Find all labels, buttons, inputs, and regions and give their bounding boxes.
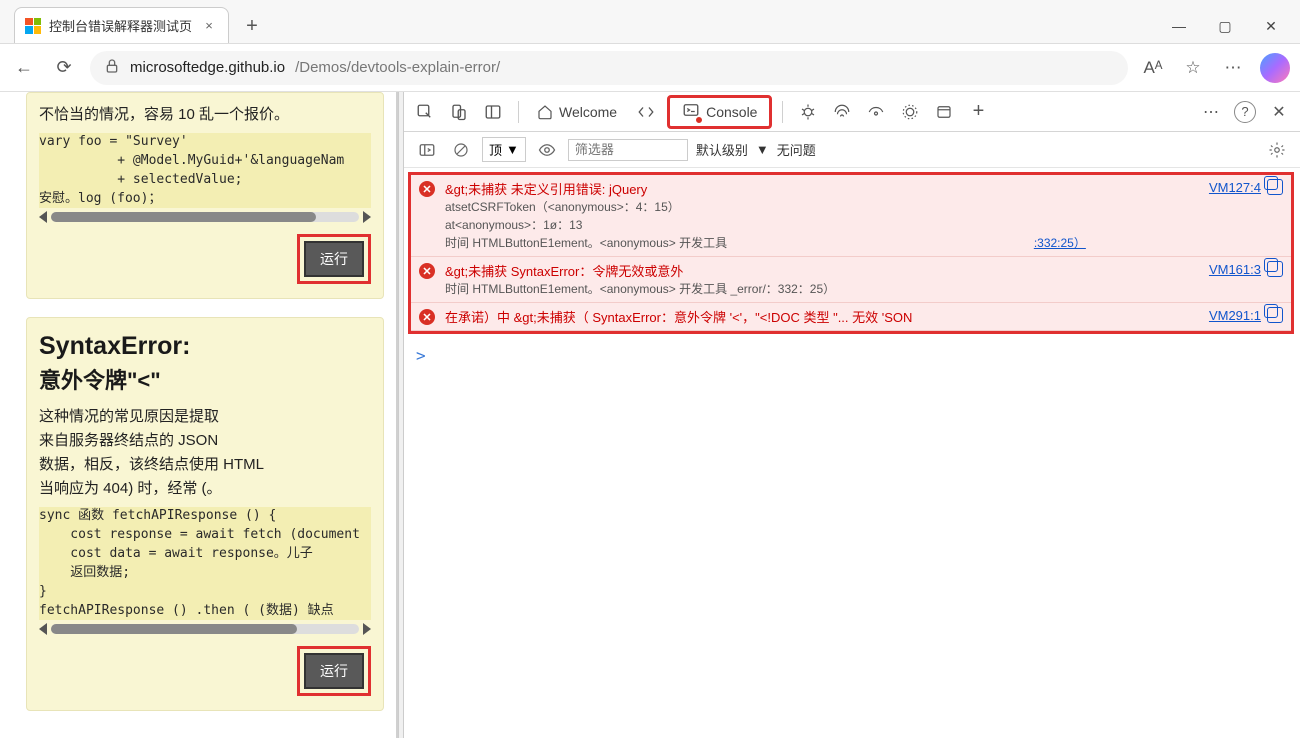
example-card-1: 不恰当的情况，容易 10 乱一个报价。 vary foo = "Survey' … — [26, 92, 384, 299]
error-source-link[interactable]: VM161:3 — [1209, 262, 1261, 277]
chevron-down-icon: ▼ — [756, 142, 769, 157]
copy-icon[interactable] — [1267, 179, 1283, 195]
page-content: 不恰当的情况，容易 10 乱一个报价。 vary foo = "Survey' … — [0, 92, 398, 738]
url-domain: microsoftedge.github.io — [130, 59, 285, 76]
tab-close-button[interactable]: × — [200, 17, 218, 35]
window-controls: — ▢ ✕ — [1166, 13, 1292, 43]
card1-code: vary foo = "Survey' + @Model.MyGuid+'&la… — [39, 133, 371, 208]
filter-input[interactable] — [568, 139, 688, 161]
card2-subheading: 意外令牌"<" — [39, 363, 371, 395]
minimize-button[interactable]: — — [1166, 13, 1192, 39]
run-button-highlight-1: 运行 — [297, 234, 371, 284]
error-icon: ✕ — [419, 263, 435, 279]
error-icon: ✕ — [419, 181, 435, 197]
network-icon[interactable] — [827, 98, 857, 126]
card2-paragraph: 这种情况的常见原因是提取 来自服务器终结点的 JSON 数据，相反，该终结点使用… — [39, 405, 371, 501]
addressbar-right-icons: Aᴬ ☆ ⋯ — [1140, 53, 1290, 83]
card2-heading: SyntaxError: — [39, 332, 371, 361]
maximize-button[interactable]: ▢ — [1212, 13, 1238, 39]
add-tab-button[interactable]: + — [963, 98, 993, 126]
favicon-microsoft-icon — [25, 18, 41, 34]
address-bar: ← ⟳ microsoftedge.github.io/Demos/devtoo… — [0, 44, 1300, 92]
chevron-down-icon: ▼ — [506, 142, 519, 157]
title-bar: 控制台错误解释器测试页 × + — ▢ ✕ — [0, 0, 1300, 44]
console-body: ✕ &gt;未捕获 未定义引用错误: jQuery VM127:4 atsetC… — [408, 172, 1294, 334]
stack-line: 时间 HTMLButtonE1ement。<anonymous> 开发工具 :3… — [445, 234, 1283, 252]
elements-tab[interactable] — [629, 99, 663, 125]
copy-icon[interactable] — [1267, 261, 1283, 277]
url-box[interactable]: microsoftedge.github.io/Demos/devtools-e… — [90, 51, 1128, 85]
welcome-tab-label: Welcome — [559, 104, 617, 120]
error-message: &gt;未捕获 SyntaxError：令牌无效或意外 — [445, 261, 1199, 280]
lock-icon — [104, 58, 120, 78]
run-button-highlight-2: 运行 — [297, 646, 371, 696]
console-icon — [682, 101, 700, 122]
example-card-2: SyntaxError: 意外令牌"<" 这种情况的常见原因是提取 来自服务器终… — [26, 317, 384, 711]
application-icon[interactable] — [929, 98, 959, 126]
console-error-row[interactable]: ✕ 在承诺）中 &gt;未捕获（ SyntaxError：意外令牌 '<'，"<… — [411, 303, 1291, 331]
copy-icon[interactable] — [1267, 307, 1283, 323]
console-error-row[interactable]: ✕ &gt;未捕获 SyntaxError：令牌无效或意外 VM161:3 时间… — [411, 257, 1291, 303]
console-tab[interactable]: Console — [667, 95, 772, 129]
welcome-tab[interactable]: Welcome — [529, 100, 625, 124]
card2-code: sync 函数 fetchAPIResponse () { cost respo… — [39, 507, 371, 620]
console-prompt[interactable]: > — [404, 340, 1300, 371]
run-button-1[interactable]: 运行 — [304, 241, 364, 277]
devtools-tab-strip: Welcome Console + ⋯ ? ✕ — [404, 92, 1300, 132]
more-button[interactable]: ⋯ — [1220, 55, 1246, 81]
performance-icon[interactable] — [861, 98, 891, 126]
refresh-button[interactable]: ⟳ — [50, 54, 78, 82]
card2-scrollbar[interactable] — [39, 622, 371, 636]
run-button-2[interactable]: 运行 — [304, 653, 364, 689]
error-message: &gt;未捕获 未定义引用错误: jQuery — [445, 179, 1199, 198]
read-aloud-button[interactable]: Aᴬ — [1140, 55, 1166, 81]
memory-icon[interactable] — [895, 98, 925, 126]
devtools-pane: Welcome Console + ⋯ ? ✕ — [404, 92, 1300, 738]
error-source-link[interactable]: VM291:1 — [1209, 308, 1261, 323]
error-source-link[interactable]: VM127:4 — [1209, 180, 1261, 195]
devtools-close-button[interactable]: ✕ — [1264, 98, 1294, 126]
copilot-icon[interactable] — [1260, 53, 1290, 83]
devtools-more-button[interactable]: ⋯ — [1196, 98, 1226, 126]
new-tab-button[interactable]: + — [237, 11, 267, 41]
log-levels-label: 默认级别 — [696, 140, 748, 159]
error-message: 在承诺）中 &gt;未捕获（ SyntaxError：意外令牌 '<'，"<!D… — [445, 307, 1199, 326]
context-label: 顶 — [489, 140, 502, 159]
console-filter-bar: 顶 ▼ 默认级别 ▼ 无问题 — [404, 132, 1300, 168]
issues-label: 无问题 — [777, 140, 816, 159]
stack-line: 时间 HTMLButtonE1ement。<anonymous> 开发工具 _e… — [445, 280, 1283, 298]
bug-icon[interactable] — [793, 98, 823, 126]
console-error-row[interactable]: ✕ &gt;未捕获 未定义引用错误: jQuery VM127:4 atsetC… — [411, 175, 1291, 257]
context-dropdown[interactable]: 顶 ▼ — [482, 137, 526, 162]
stack-line: atsetCSRFToken（<anonymous>：4：15） — [445, 198, 1283, 216]
devtools-help-button[interactable]: ? — [1234, 101, 1256, 123]
sidebar-toggle-icon[interactable] — [414, 138, 440, 162]
url-path: /Demos/devtools-explain-error/ — [295, 59, 500, 76]
stack-link[interactable]: :332:25） — [1034, 236, 1086, 250]
stack-line: at<anonymous>：1ø：13 — [445, 216, 1283, 234]
clear-console-icon[interactable] — [448, 138, 474, 162]
window-close-button[interactable]: ✕ — [1258, 13, 1284, 39]
body-split: 不恰当的情况，容易 10 乱一个报价。 vary foo = "Survey' … — [0, 92, 1300, 738]
browser-tab[interactable]: 控制台错误解释器测试页 × — [14, 7, 229, 43]
live-expression-icon[interactable] — [534, 138, 560, 162]
device-toggle-icon[interactable] — [444, 98, 474, 126]
card1-intro: 不恰当的情况，容易 10 乱一个报价。 — [39, 103, 371, 127]
back-button[interactable]: ← — [10, 54, 38, 82]
tab-title: 控制台错误解释器测试页 — [49, 16, 192, 35]
console-tab-label: Console — [706, 104, 757, 120]
console-settings-icon[interactable] — [1264, 138, 1290, 162]
card1-scrollbar[interactable] — [39, 210, 371, 224]
log-levels-dropdown[interactable]: 默认级别 ▼ — [696, 140, 769, 159]
dock-side-icon[interactable] — [478, 98, 508, 126]
inspect-element-icon[interactable] — [410, 98, 440, 126]
error-icon: ✕ — [419, 309, 435, 325]
favorite-button[interactable]: ☆ — [1180, 55, 1206, 81]
